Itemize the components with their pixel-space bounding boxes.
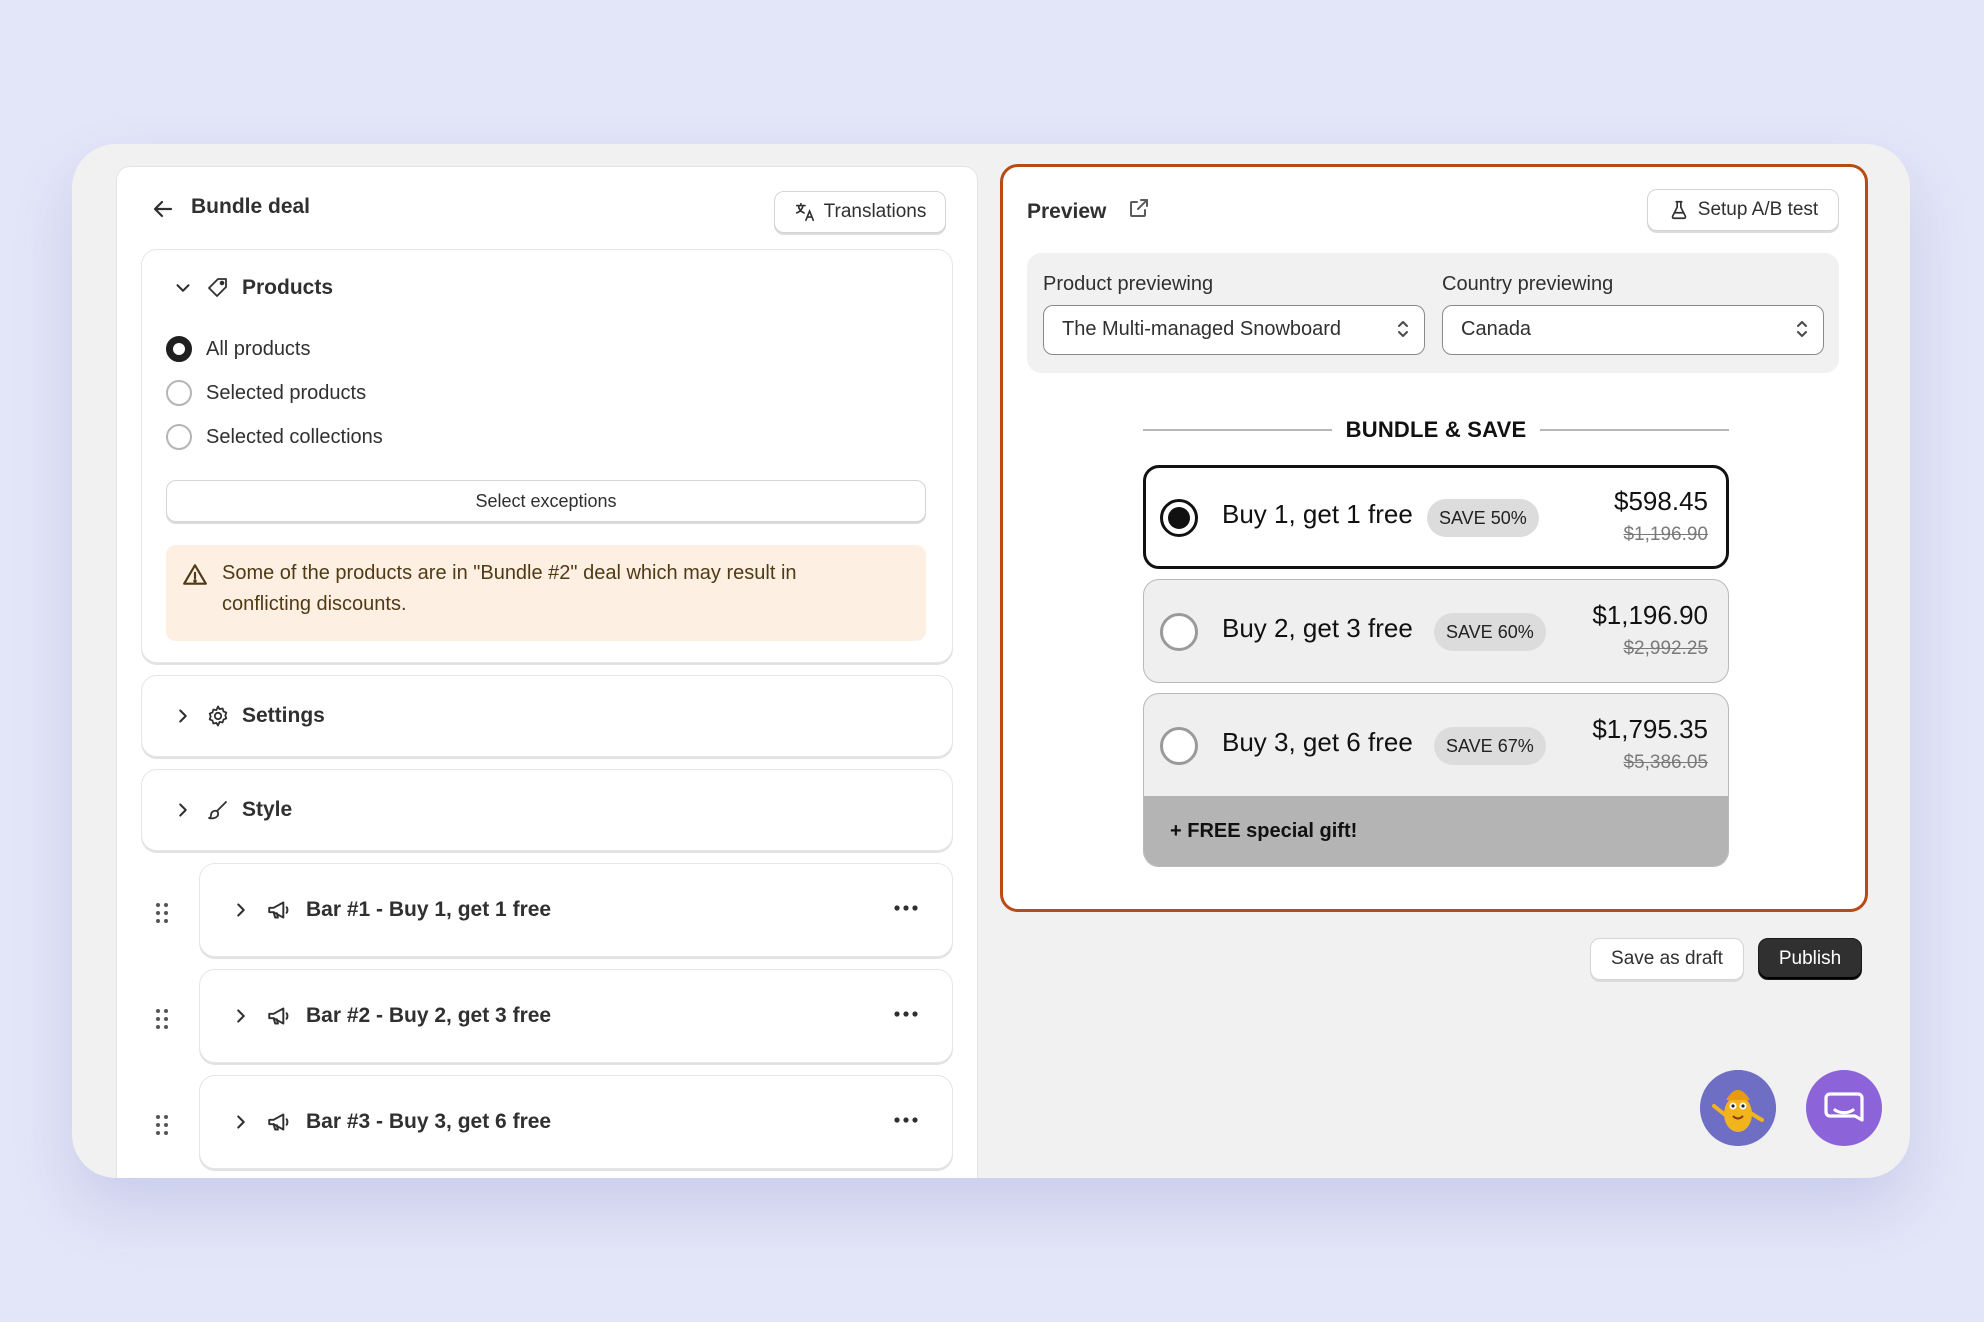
- chevron-right-icon: [179, 803, 187, 817]
- country-select-value: Canada: [1461, 318, 1532, 340]
- editor-header: Bundle deal Translations: [117, 167, 977, 249]
- more-options-icon[interactable]: [894, 1116, 918, 1124]
- bar-title: Bar #2 - Buy 2, get 3 free: [306, 1004, 552, 1027]
- chevron-down-icon: [176, 284, 190, 292]
- bar-title: Bar #1 - Buy 1, get 1 free: [306, 898, 552, 921]
- chat-icon: [1824, 1092, 1864, 1122]
- option-label: Selected products: [206, 381, 367, 404]
- more-options-icon[interactable]: [894, 904, 918, 912]
- preview-selectors: Product previewing The Multi-managed Sno…: [1027, 253, 1839, 373]
- settings-card[interactable]: Settings: [141, 675, 953, 757]
- offer-radio[interactable]: [1160, 499, 1198, 537]
- tag-icon: [208, 278, 227, 297]
- warning-text-line1: Some of the products are in "Bundle #2" …: [222, 562, 797, 584]
- paintbrush-icon: [208, 801, 227, 820]
- offer-radio[interactable]: [1160, 613, 1198, 651]
- divider: [1143, 429, 1332, 431]
- offer-price: $1,795.35: [1592, 714, 1708, 744]
- warning-text-line2: conflicting discounts.: [222, 593, 407, 615]
- flask-icon: [1671, 200, 1687, 220]
- back-arrow-icon[interactable]: [151, 197, 175, 221]
- style-toggle[interactable]: Style: [172, 798, 292, 822]
- preview-title: Preview: [1027, 200, 1107, 223]
- gear-icon: [208, 705, 228, 727]
- assistant-avatar[interactable]: [1700, 1070, 1776, 1146]
- product-select-value: The Multi-managed Snowboard: [1062, 318, 1342, 340]
- option-label: Selected collections: [206, 425, 383, 448]
- offer-option-3[interactable]: Buy 3, get 6 free SAVE 67% $1,795.35 $5,…: [1143, 693, 1729, 867]
- offer-title: Buy 1, get 1 free: [1222, 499, 1413, 529]
- mascot-icon: [1700, 1070, 1776, 1146]
- drag-handle-icon[interactable]: [153, 1007, 171, 1031]
- drag-handle-icon[interactable]: [153, 1113, 171, 1137]
- preview-panel: Preview Setup A/B test Product previewin…: [1000, 164, 1868, 912]
- style-card[interactable]: Style: [141, 769, 953, 851]
- option-selected-products[interactable]: Selected products: [166, 380, 366, 406]
- external-link-icon[interactable]: [1127, 196, 1151, 220]
- more-options-icon[interactable]: [894, 1010, 918, 1018]
- offer-option-1[interactable]: Buy 1, get 1 free SAVE 50% $598.45 $1,19…: [1143, 465, 1729, 569]
- editor-panel: Bundle deal Translations Products All pr…: [116, 166, 978, 1178]
- offer-title: Buy 2, get 3 free: [1222, 613, 1413, 643]
- conflict-warning-banner: Some of the products are in "Bundle #2" …: [166, 545, 926, 641]
- radio-button[interactable]: [166, 380, 192, 406]
- option-label: All products: [206, 337, 311, 360]
- divider: [1540, 429, 1729, 431]
- page-title: Bundle deal: [191, 195, 311, 218]
- settings-title: Settings: [242, 704, 325, 727]
- select-arrows-icon: [1797, 321, 1807, 337]
- save-badge: SAVE 50%: [1427, 499, 1539, 537]
- offer-price: $1,196.90: [1592, 600, 1708, 630]
- products-title: Products: [242, 276, 334, 299]
- bar-title: Bar #3 - Buy 3, get 6 free: [306, 1110, 552, 1133]
- megaphone-icon: [268, 901, 289, 919]
- bundle-heading-text: BUNDLE & SAVE: [1345, 417, 1527, 442]
- option-all-products[interactable]: All products: [166, 336, 311, 362]
- product-previewing-label: Product previewing: [1043, 273, 1214, 295]
- offer-radio[interactable]: [1160, 727, 1198, 765]
- bar-item-2[interactable]: Bar #2 - Buy 2, get 3 free: [199, 969, 953, 1063]
- select-exceptions-button[interactable]: Select exceptions: [166, 480, 926, 522]
- products-card: Products All products Selected products …: [141, 249, 953, 663]
- offer-title: Buy 3, get 6 free: [1222, 727, 1413, 757]
- bar-item-3[interactable]: Bar #3 - Buy 3, get 6 free: [199, 1075, 953, 1169]
- style-title: Style: [242, 798, 293, 821]
- products-toggle[interactable]: Products: [172, 276, 333, 300]
- free-gift-banner: + FREE special gift!: [1144, 796, 1728, 866]
- offer-price: $598.45: [1614, 486, 1708, 516]
- radio-button[interactable]: [166, 336, 192, 362]
- country-select[interactable]: Canada: [1442, 305, 1824, 355]
- offer-old-price: $5,386.05: [1623, 752, 1708, 773]
- app-window: Bundle deal Translations Products All pr…: [72, 144, 1910, 1178]
- settings-toggle[interactable]: Settings: [172, 704, 325, 728]
- offer-old-price: $2,992.25: [1623, 638, 1708, 659]
- save-badge: SAVE 67%: [1434, 727, 1546, 765]
- translations-label: Translations: [823, 201, 927, 222]
- product-select[interactable]: The Multi-managed Snowboard: [1043, 305, 1425, 355]
- translations-button[interactable]: Translations: [774, 191, 946, 233]
- save-badge: SAVE 60%: [1434, 613, 1546, 651]
- megaphone-icon: [268, 1007, 289, 1025]
- chevron-right-icon: [237, 1009, 245, 1023]
- chevron-right-icon: [237, 903, 245, 917]
- publish-button[interactable]: Publish: [1758, 938, 1862, 980]
- option-selected-collections[interactable]: Selected collections: [166, 424, 383, 450]
- chevron-right-icon: [237, 1115, 245, 1129]
- warning-icon: [183, 564, 207, 585]
- save-as-draft-button[interactable]: Save as draft: [1590, 938, 1744, 980]
- setup-ab-test-button[interactable]: Setup A/B test: [1647, 189, 1839, 231]
- megaphone-icon: [268, 1113, 289, 1131]
- drag-handle-icon[interactable]: [153, 901, 171, 925]
- chat-support-button[interactable]: [1806, 1070, 1882, 1146]
- ab-test-label: Setup A/B test: [1697, 199, 1819, 220]
- offer-option-2[interactable]: Buy 2, get 3 free SAVE 60% $1,196.90 $2,…: [1143, 579, 1729, 683]
- bundle-heading: BUNDLE & SAVE: [1143, 415, 1729, 445]
- translate-icon: [795, 202, 814, 222]
- bar-item-1[interactable]: Bar #1 - Buy 1, get 1 free: [199, 863, 953, 957]
- chevron-right-icon: [179, 709, 187, 723]
- radio-button[interactable]: [166, 424, 192, 450]
- offer-old-price: $1,196.90: [1623, 524, 1708, 545]
- country-previewing-label: Country previewing: [1442, 273, 1614, 295]
- select-arrows-icon: [1398, 321, 1408, 337]
